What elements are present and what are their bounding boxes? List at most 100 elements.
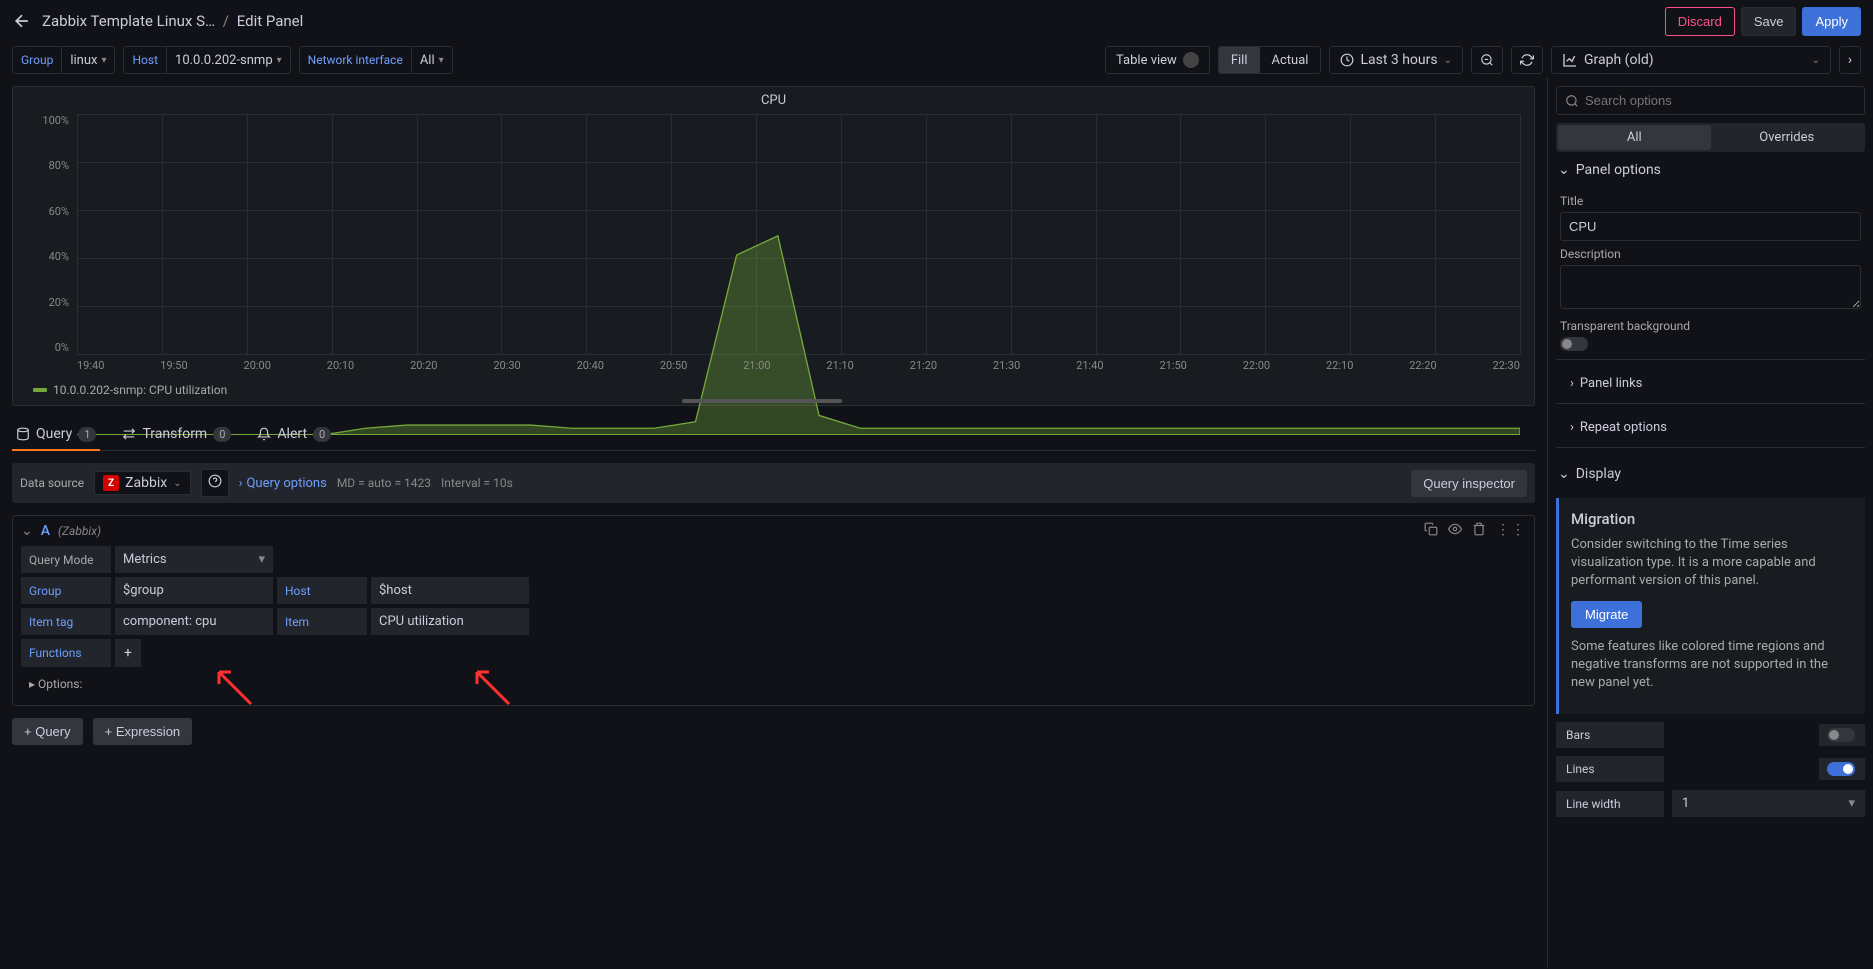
zoom-out-icon xyxy=(1480,53,1494,67)
title-field-label: Title xyxy=(1560,194,1861,208)
x-axis: 19:40 19:50 20:00 20:10 20:20 20:30 20:4… xyxy=(77,359,1520,372)
md-auto-label: MD = auto = 1423 xyxy=(337,476,431,490)
datasource-select[interactable]: Z Zabbix ⌄ xyxy=(94,471,190,495)
tab-alert[interactable]: Alert 0 xyxy=(253,418,335,450)
page-title: Edit Panel xyxy=(237,12,304,30)
description-input[interactable] xyxy=(1560,265,1861,309)
y-axis: 100% 80% 60% 40% 20% 0% xyxy=(27,114,73,354)
query-group-input[interactable]: $group xyxy=(115,577,273,604)
subtab-all[interactable]: All xyxy=(1558,125,1711,150)
database-icon xyxy=(16,427,30,441)
subtab-overrides[interactable]: Overrides xyxy=(1711,125,1864,150)
search-options-input[interactable] xyxy=(1556,86,1865,115)
chart-legend[interactable]: 10.0.0.202-snmp: CPU utilization xyxy=(33,383,227,397)
section-panel-links[interactable]: › Panel links xyxy=(1556,368,1865,395)
time-range-picker[interactable]: Last 3 hours ⌄ xyxy=(1329,46,1463,74)
query-group-label: Group xyxy=(21,577,111,604)
add-function-button[interactable]: + xyxy=(115,639,141,667)
fill-option[interactable]: Fill xyxy=(1219,47,1260,73)
lines-label: Lines xyxy=(1556,756,1664,782)
collapse-sidebar-button[interactable]: › xyxy=(1839,46,1861,74)
back-arrow-icon[interactable] xyxy=(12,11,32,31)
section-panel-options[interactable]: ⌄ Panel options xyxy=(1556,152,1865,188)
bell-icon xyxy=(257,427,271,441)
query-item-input[interactable]: CPU utilization xyxy=(371,608,529,635)
fill-actual-toggle[interactable]: Fill Actual xyxy=(1218,46,1322,74)
query-host-label: Host xyxy=(277,577,367,604)
visualization-picker[interactable]: Graph (old) ⌄ xyxy=(1551,46,1831,74)
refresh-button[interactable] xyxy=(1511,46,1543,74)
datasource-help-button[interactable] xyxy=(201,469,229,497)
collapse-icon[interactable]: ⌄ xyxy=(21,523,33,539)
refresh-icon xyxy=(1520,53,1534,67)
var-host[interactable]: Host 10.0.0.202-snmp▾ xyxy=(123,46,290,74)
toggle-query-button[interactable] xyxy=(1448,522,1462,540)
copy-icon xyxy=(1424,522,1438,536)
caret-down-icon: ▾ xyxy=(1848,796,1855,811)
table-view-label: Table view xyxy=(1116,53,1177,68)
time-range-label: Last 3 hours xyxy=(1360,52,1437,68)
transform-icon xyxy=(122,427,136,441)
line-width-label: Line width xyxy=(1556,791,1664,817)
datasource-row: Data source Z Zabbix ⌄ › Query options M… xyxy=(12,463,1535,503)
datasource-label: Data source xyxy=(20,476,84,490)
query-mode-select[interactable]: Metrics▾ xyxy=(115,546,273,573)
add-expression-button[interactable]: + Expression xyxy=(93,718,193,745)
query-options-expand[interactable]: ▸ Options: xyxy=(21,671,1526,697)
apply-button[interactable]: Apply xyxy=(1802,7,1861,36)
discard-button[interactable]: Discard xyxy=(1665,7,1735,36)
save-button[interactable]: Save xyxy=(1741,7,1797,36)
var-group[interactable]: Group linux▾ xyxy=(12,46,115,74)
chevron-down-icon: ⌄ xyxy=(1444,55,1452,66)
zabbix-logo-icon: Z xyxy=(103,475,119,491)
var-host-value: 10.0.0.202-snmp xyxy=(175,53,273,68)
query-count-badge: 1 xyxy=(78,427,96,442)
dashboard-title[interactable]: Zabbix Template Linux S… xyxy=(42,12,215,30)
tab-transform[interactable]: Transform 0 xyxy=(118,418,235,450)
chevron-right-icon: › xyxy=(1570,420,1574,435)
table-view-toggle[interactable]: Table view xyxy=(1105,46,1210,74)
query-options-toggle[interactable]: › Query options xyxy=(239,476,327,491)
duplicate-query-button[interactable] xyxy=(1424,522,1438,540)
query-host-input[interactable]: $host xyxy=(371,577,529,604)
title-input[interactable] xyxy=(1560,212,1861,241)
chevron-down-icon: ▾ xyxy=(101,55,106,66)
query-editor: ⌄ A (Zabbix) ⋮⋮ Query Mode Metrics▾ xyxy=(12,515,1535,706)
trash-icon xyxy=(1472,522,1486,536)
chevron-down-icon: ⌄ xyxy=(1558,162,1570,178)
zoom-out-button[interactable] xyxy=(1471,46,1503,74)
query-item-tag-label: Item tag xyxy=(21,608,111,635)
drag-handle-icon[interactable]: ⋮⋮ xyxy=(1496,522,1526,540)
bars-toggle[interactable] xyxy=(1827,728,1855,742)
lines-toggle[interactable] xyxy=(1827,762,1855,776)
chevron-down-icon: ▾ xyxy=(277,55,282,66)
delete-query-button[interactable] xyxy=(1472,522,1486,540)
chart-panel: CPU 100% 80% 60% 40% 20% 0% xyxy=(12,86,1535,406)
var-netif-value: All xyxy=(420,53,435,68)
scroll-indicator[interactable] xyxy=(682,399,842,403)
var-netif-label: Network interface xyxy=(300,47,412,73)
add-query-button[interactable]: + Query xyxy=(12,718,83,745)
query-item-tag-input[interactable]: component: cpu xyxy=(115,608,273,635)
line-width-select[interactable]: 1 ▾ xyxy=(1672,790,1865,817)
transparent-bg-toggle[interactable] xyxy=(1560,337,1588,351)
transform-count-badge: 0 xyxy=(213,427,231,442)
query-inspector-button[interactable]: Query inspector xyxy=(1411,470,1527,497)
query-letter[interactable]: A xyxy=(41,523,50,539)
chevron-down-icon: ⌄ xyxy=(173,478,181,489)
query-functions-label: Functions xyxy=(21,639,111,667)
tab-query[interactable]: Query 1 xyxy=(12,418,100,450)
description-field-label: Description xyxy=(1560,247,1861,261)
section-repeat-options[interactable]: › Repeat options xyxy=(1556,412,1865,439)
chevron-down-icon: ⌄ xyxy=(1812,55,1820,66)
section-display[interactable]: ⌄ Display xyxy=(1556,456,1865,492)
viz-name: Graph (old) xyxy=(1584,52,1654,68)
chart-series xyxy=(77,114,1520,435)
actual-option[interactable]: Actual xyxy=(1260,47,1321,73)
caret-down-icon: ▾ xyxy=(258,552,265,567)
migration-text-1: Consider switching to the Time series vi… xyxy=(1571,536,1853,591)
search-options-field[interactable] xyxy=(1585,93,1856,108)
migrate-button[interactable]: Migrate xyxy=(1571,601,1642,628)
var-network-interface[interactable]: Network interface All▾ xyxy=(299,46,453,74)
legend-label: 10.0.0.202-snmp: CPU utilization xyxy=(53,383,227,397)
